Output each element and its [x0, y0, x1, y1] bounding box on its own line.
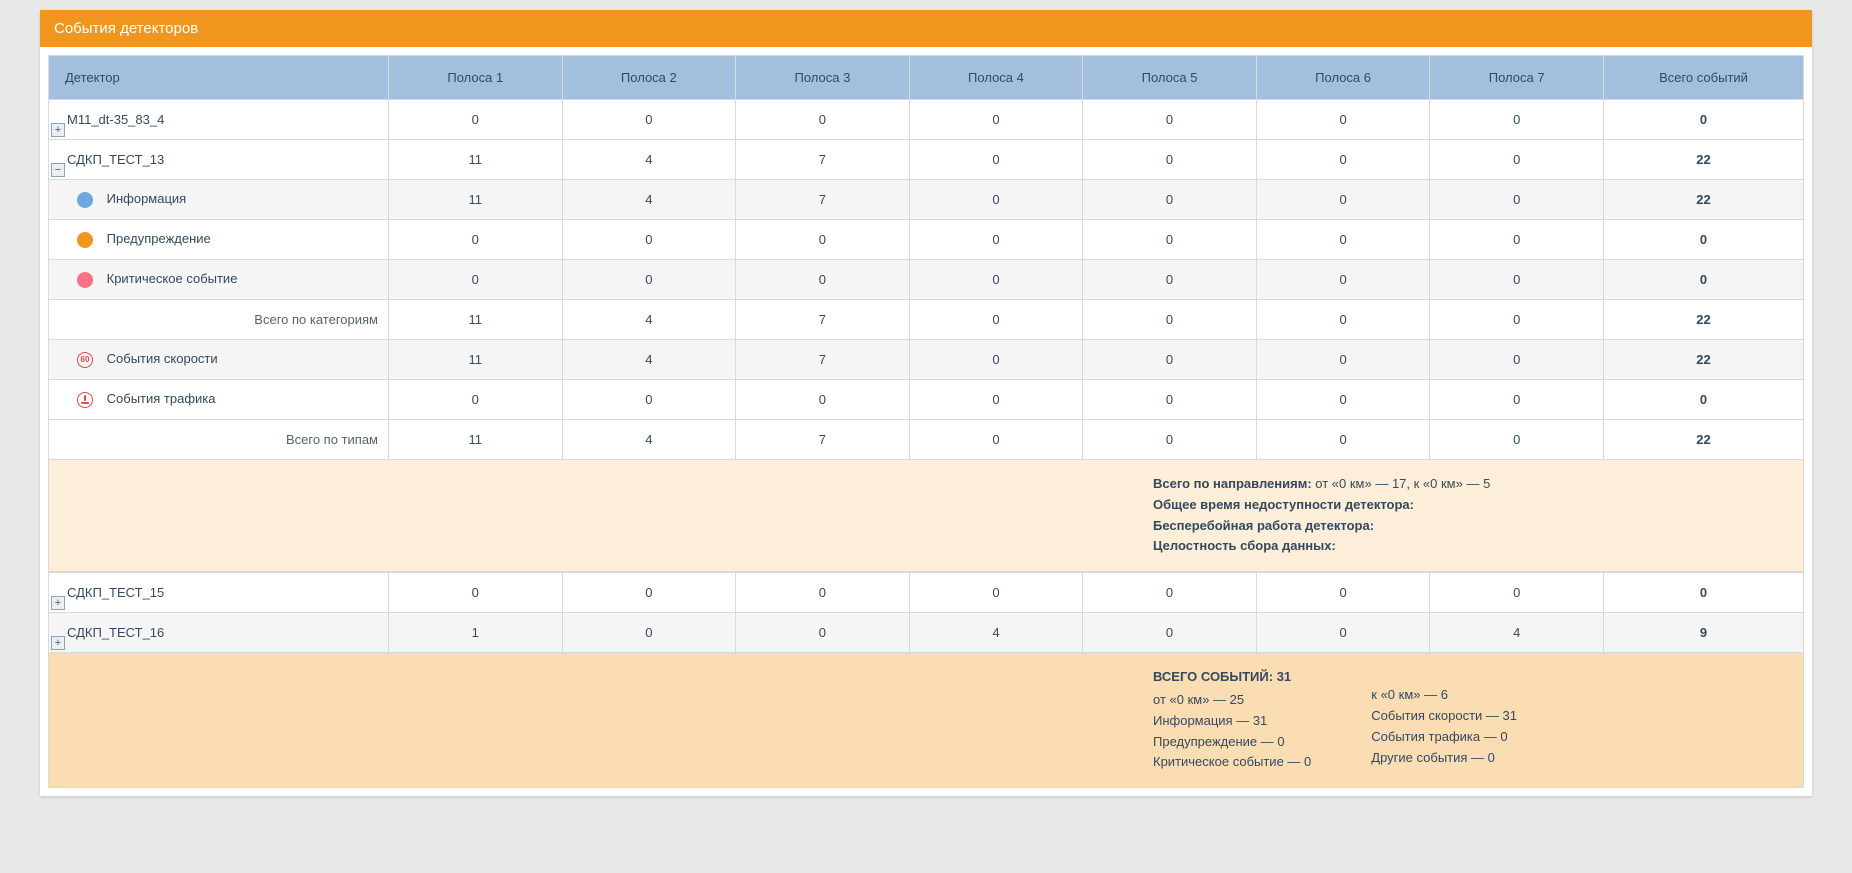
warning-dot-icon: [77, 232, 93, 248]
expand-icon[interactable]: +: [51, 123, 65, 137]
detector-events-card: События детекторов Детектор Полоса 1 Пол…: [40, 10, 1812, 796]
type-total-label: Всего по типам: [49, 420, 389, 460]
category-label: Критическое событие: [107, 271, 238, 286]
category-row-info: Информация 11 4 7 0 0 0 0 22: [49, 180, 1804, 220]
col-lane-4[interactable]: Полоса 4: [909, 56, 1083, 100]
summary-right-3: События трафика — 0: [1371, 727, 1517, 748]
detector-name: M11_dt-35_83_4: [67, 112, 164, 127]
detector-row: + СДКП_ТЕСТ_16 1 0 0 4 0 0 4 9: [49, 613, 1804, 653]
table-header-row: Детектор Полоса 1 Полоса 2 Полоса 3 Поло…: [49, 56, 1804, 100]
detector-row: − СДКП_ТЕСТ_13 11 4 7 0 0 0 0 22: [49, 140, 1804, 180]
speed-icon: 60: [77, 352, 93, 368]
grand-summary-band: ВСЕГО СОБЫТИЙ: 31 от «0 км» — 25 Информа…: [48, 653, 1804, 788]
expand-icon[interactable]: +: [51, 636, 65, 650]
collapse-icon[interactable]: −: [51, 163, 65, 177]
detector-row: + СДКП_ТЕСТ_15 0 0 0 0 0 0 0 0: [49, 573, 1804, 613]
detector-info-band: Всего по направлениям: от «0 км» — 17, к…: [48, 460, 1804, 572]
summary-left-1: от «0 км» — 25: [1153, 690, 1311, 711]
category-row-warn: Предупреждение 0 0 0 0 0 0 0 0: [49, 220, 1804, 260]
category-row-crit: Критическое событие 0 0 0 0 0 0 0 0: [49, 260, 1804, 300]
card-title: События детекторов: [40, 10, 1812, 47]
category-label: Предупреждение: [107, 231, 211, 246]
category-label: Информация: [107, 191, 187, 206]
category-total-row: Всего по категориям 11 4 7 0 0 0 0 22: [49, 300, 1804, 340]
detector-name: СДКП_ТЕСТ_15: [67, 585, 164, 600]
col-total[interactable]: Всего событий: [1604, 56, 1804, 100]
col-lane-7[interactable]: Полоса 7: [1430, 56, 1604, 100]
traffic-icon: [77, 392, 93, 408]
col-lane-3[interactable]: Полоса 3: [736, 56, 910, 100]
col-lane-1[interactable]: Полоса 1: [389, 56, 563, 100]
col-detector[interactable]: Детектор: [49, 56, 389, 100]
unavailability-label: Общее время недоступности детектора:: [1153, 497, 1414, 512]
summary-right-4: Другие события — 0: [1371, 748, 1517, 769]
type-row-traffic: События трафика 0 0 0 0 0 0 0 0: [49, 380, 1804, 420]
type-total-row: Всего по типам 11 4 7 0 0 0 0 22: [49, 420, 1804, 460]
events-table: Детектор Полоса 1 Полоса 2 Полоса 3 Поло…: [48, 55, 1804, 460]
summary-left-2: Информация — 31: [1153, 711, 1311, 732]
type-row-speed: 60 События скорости 11 4 7 0 0 0 0 22: [49, 340, 1804, 380]
detector-row: + M11_dt-35_83_4 0 0 0 0 0 0 0 0: [49, 100, 1804, 140]
directions-label: Всего по направлениям:: [1153, 476, 1312, 491]
summary-title: ВСЕГО СОБЫТИЙ: 31: [1153, 667, 1311, 688]
directions-value: от «0 км» — 17, к «0 км» — 5: [1312, 476, 1491, 491]
info-dot-icon: [77, 192, 93, 208]
integrity-label: Целостность сбора данных:: [1153, 538, 1336, 553]
category-total-label: Всего по категориям: [49, 300, 389, 340]
summary-right-1: к «0 км» — 6: [1371, 685, 1517, 706]
detector-name: СДКП_ТЕСТ_16: [67, 625, 164, 640]
critical-dot-icon: [77, 272, 93, 288]
expand-icon[interactable]: +: [51, 596, 65, 610]
col-lane-6[interactable]: Полоса 6: [1256, 56, 1430, 100]
summary-right-2: События скорости — 31: [1371, 706, 1517, 727]
summary-left-4: Критическое событие — 0: [1153, 752, 1311, 773]
type-label: События трафика: [107, 391, 216, 406]
type-label: События скорости: [107, 351, 218, 366]
summary-left-3: Предупреждение — 0: [1153, 732, 1311, 753]
col-lane-5[interactable]: Полоса 5: [1083, 56, 1257, 100]
detector-name: СДКП_ТЕСТ_13: [67, 152, 164, 167]
col-lane-2[interactable]: Полоса 2: [562, 56, 736, 100]
events-table-continued: + СДКП_ТЕСТ_15 0 0 0 0 0 0 0 0 + СДКП_ТЕ…: [48, 572, 1804, 653]
uptime-label: Бесперебойная работа детектора:: [1153, 518, 1374, 533]
